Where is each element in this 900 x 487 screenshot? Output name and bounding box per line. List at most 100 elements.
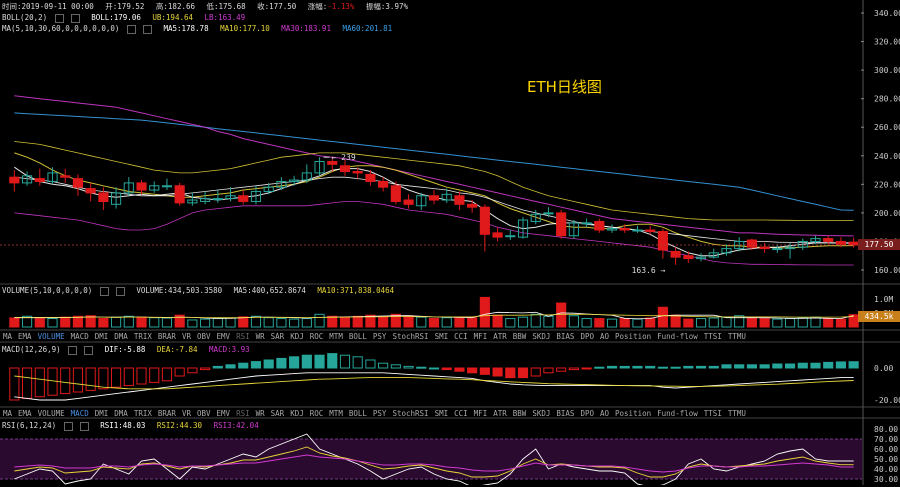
macd-histogram-bar: [479, 367, 490, 375]
indicator-tab-ttmu[interactable]: TTMU: [728, 409, 746, 418]
rsi-close-icon[interactable]: [79, 421, 89, 431]
indicator-tab-vr[interactable]: VR: [182, 332, 191, 341]
indicator-tab-dmi[interactable]: DMI: [95, 332, 109, 341]
indicator-tab-ema[interactable]: EMA: [18, 409, 32, 418]
volume-bar: [212, 318, 223, 328]
indicator-tab-stochrsi[interactable]: StochRSI: [392, 332, 428, 341]
indicator-tab-vr[interactable]: VR: [182, 409, 191, 418]
volume-name: VOLUME(5,10,0,0,0,0): [2, 286, 93, 295]
candle-body: [492, 232, 503, 238]
indicator-tab-ema[interactable]: EMA: [18, 332, 32, 341]
candle-body: [9, 176, 20, 184]
indicator-tabs-macd: MA EMA VOLUME MACD DMI DMA TRIX BRAR VR OBV EMV RSI…: [3, 409, 752, 418]
indicator-tab-macd[interactable]: MACD: [71, 332, 89, 341]
macd-histogram-bar: [657, 366, 668, 369]
boll-settings-icon[interactable]: [54, 13, 64, 23]
indicator-tab-dma[interactable]: DMA: [114, 332, 128, 341]
indicator-tab-atr[interactable]: ATR: [493, 409, 507, 418]
macd-histogram-bar: [734, 364, 745, 369]
indicator-tab-bias[interactable]: BIAS: [556, 409, 574, 418]
indicator-tab-wr[interactable]: WR: [256, 332, 265, 341]
indicator-tab-ao[interactable]: AO: [600, 409, 609, 418]
indicator-tab-mtm[interactable]: MTM: [329, 332, 343, 341]
indicator-tab-boll[interactable]: BOLL: [349, 409, 367, 418]
indicator-tab-obv[interactable]: OBV: [197, 332, 211, 341]
price-axis-tick-label: 200.00: [874, 209, 900, 218]
macd-histogram-bar: [72, 367, 84, 393]
indicator-tab-kdj[interactable]: KDJ: [290, 409, 304, 418]
candle-body: [645, 229, 656, 232]
indicator-tab-stochrsi[interactable]: StochRSI: [392, 409, 428, 418]
macd-close-icon[interactable]: [84, 345, 94, 355]
indicator-tab-rsi[interactable]: RSI: [236, 409, 250, 418]
indicator-tab-macd[interactable]: MACD: [71, 409, 89, 418]
indicator-tab-emv[interactable]: EMV: [217, 409, 231, 418]
macd-settings-icon[interactable]: [68, 345, 78, 355]
indicator-tab-dpo[interactable]: DPO: [580, 332, 594, 341]
rsi-settings-icon[interactable]: [63, 421, 73, 431]
indicator-tab-volume[interactable]: VOLUME: [38, 409, 65, 418]
ma-settings-icon[interactable]: [126, 24, 136, 34]
indicator-tab-brar[interactable]: BRAR: [158, 409, 176, 418]
indicator-tab-cci[interactable]: CCI: [454, 409, 468, 418]
indicator-tab-position[interactable]: Position: [615, 332, 651, 341]
indicator-tab-position[interactable]: Position: [615, 409, 651, 418]
indicator-tab-sar[interactable]: SAR: [271, 332, 285, 341]
indicator-tab-volume[interactable]: VOLUME: [38, 332, 65, 341]
indicator-tab-boll[interactable]: BOLL: [349, 332, 367, 341]
indicator-tab-roc[interactable]: ROC: [310, 409, 324, 418]
indicator-tab-trix[interactable]: TRIX: [134, 409, 152, 418]
indicator-tab-fund-flow[interactable]: Fund-flow: [657, 409, 698, 418]
indicator-tab-bias[interactable]: BIAS: [556, 332, 574, 341]
indicator-tab-dmi[interactable]: DMI: [95, 409, 109, 418]
indicator-tab-rsi[interactable]: RSI: [236, 332, 250, 341]
macd-histogram-bar: [492, 367, 503, 377]
price-axis-tick-label: 340.00: [874, 9, 900, 18]
rsi-axis-tick-label: 50.00: [874, 455, 898, 464]
macd-histogram-bar: [314, 354, 325, 369]
indicator-tab-cci[interactable]: CCI: [454, 332, 468, 341]
indicator-tab-emv[interactable]: EMV: [217, 332, 231, 341]
indicator-tab-smi[interactable]: SMI: [435, 332, 449, 341]
indicator-tab-dma[interactable]: DMA: [114, 409, 128, 418]
close-label: 收:177.50: [257, 2, 297, 11]
indicator-tab-obv[interactable]: OBV: [197, 409, 211, 418]
indicator-tab-ma[interactable]: MA: [3, 409, 12, 418]
boll-name: BOLL(20,2): [2, 13, 48, 22]
indicator-tab-dpo[interactable]: DPO: [580, 409, 594, 418]
indicator-tab-brar[interactable]: BRAR: [158, 332, 176, 341]
indicator-tab-trix[interactable]: TRIX: [134, 332, 152, 341]
boll-close-icon[interactable]: [70, 13, 80, 23]
indicator-tab-smi[interactable]: SMI: [435, 409, 449, 418]
indicator-tab-psy[interactable]: PSY: [373, 409, 387, 418]
indicator-tab-bbw[interactable]: BBW: [513, 409, 527, 418]
volume-bar: [581, 318, 592, 328]
candle-body: [238, 195, 249, 202]
volume-close-icon[interactable]: [115, 286, 125, 296]
indicator-tab-ttsi[interactable]: TTSI: [704, 409, 722, 418]
indicator-tab-bbw[interactable]: BBW: [513, 332, 527, 341]
volume-settings-icon[interactable]: [99, 286, 109, 296]
indicator-tab-ma[interactable]: MA: [3, 332, 12, 341]
ma-close-icon[interactable]: [142, 24, 152, 34]
price-line-lb: [14, 201, 854, 266]
macd-histogram-bar: [645, 365, 656, 369]
indicator-tab-mfi[interactable]: MFI: [474, 409, 488, 418]
indicator-tab-roc[interactable]: ROC: [310, 332, 324, 341]
indicator-tab-atr[interactable]: ATR: [493, 332, 507, 341]
volume-bar: [72, 315, 84, 328]
indicator-tab-mtm[interactable]: MTM: [329, 409, 343, 418]
indicator-tab-ao[interactable]: AO: [600, 332, 609, 341]
indicator-tab-kdj[interactable]: KDJ: [290, 332, 304, 341]
indicator-tab-skdj[interactable]: SKDJ: [532, 409, 550, 418]
indicator-tab-mfi[interactable]: MFI: [474, 332, 488, 341]
indicator-tab-sar[interactable]: SAR: [271, 409, 285, 418]
volume-bar: [161, 317, 173, 328]
indicator-tab-psy[interactable]: PSY: [373, 332, 387, 341]
indicator-tab-ttsi[interactable]: TTSI: [704, 332, 722, 341]
indicator-tab-skdj[interactable]: SKDJ: [532, 332, 550, 341]
indicator-tab-wr[interactable]: WR: [256, 409, 265, 418]
candle-body: [848, 241, 859, 246]
indicator-tab-fund-flow[interactable]: Fund-flow: [657, 332, 698, 341]
indicator-tab-ttmu[interactable]: TTMU: [728, 332, 746, 341]
